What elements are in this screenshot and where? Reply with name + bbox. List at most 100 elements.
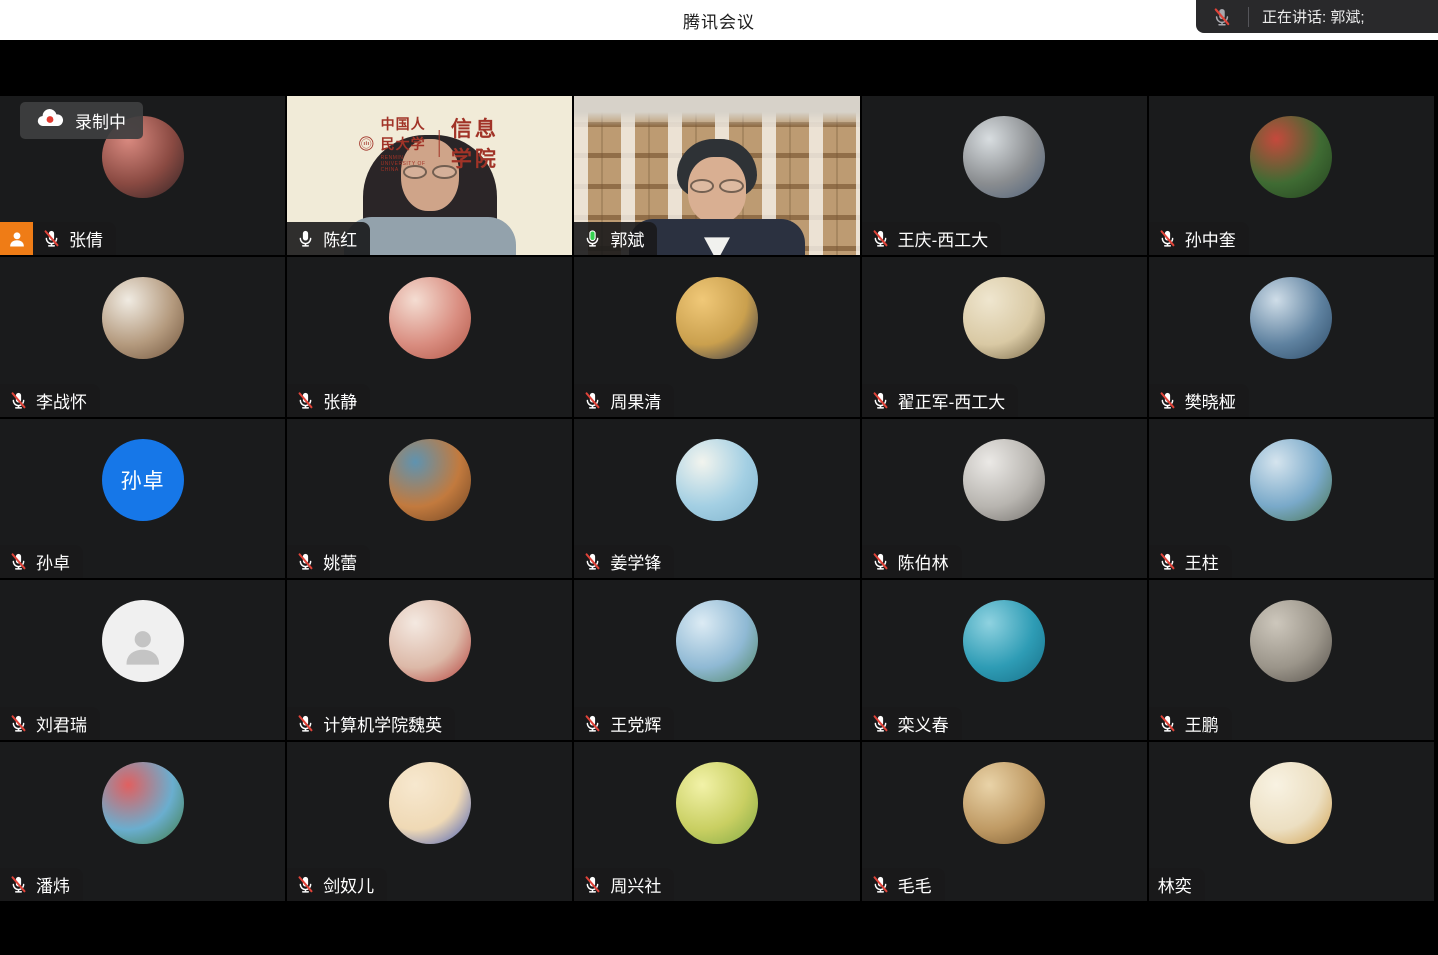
avatar [102,277,184,359]
participant-name: 林奕 [1158,872,1192,897]
participant-tile[interactable]: 王党辉 [574,580,859,739]
participant-tile[interactable]: 中国人民大学 RENMIN UNIVERSITY OF CHINA 信息学院 陈… [287,96,572,255]
muted-mic-icon [583,552,602,571]
participant-tile[interactable]: 周兴社 [574,742,859,901]
avatar [102,762,184,844]
participant-label: 周兴社 [574,868,674,901]
mic-on-icon [296,229,315,248]
avatar [389,762,471,844]
muted-mic-icon [1158,229,1177,248]
participant-tile[interactable]: 陈伯林 [862,419,1147,578]
participant-label: 王鹏 [1149,707,1232,740]
active-speaker-indicator[interactable]: 正在讲话: 郭斌; [1196,0,1438,33]
participant-tile[interactable]: 张静 [287,257,572,416]
university-name: 中国人民大学 [381,114,428,154]
participant-label: 刘君瑞 [0,707,100,740]
participant-name: 潘炜 [36,872,70,897]
participant-tile[interactable]: 计算机学院魏英 [287,580,572,739]
active-speaker-label: 正在讲话: 郭斌; [1249,6,1365,27]
participant-tile[interactable]: 孙卓 孙卓 [0,419,285,578]
participant-tile[interactable]: 栾义春 [862,580,1147,739]
avatar [1250,277,1332,359]
muted-mic-icon [296,391,315,410]
avatar [963,277,1045,359]
participant-tile[interactable]: 李战怀 [0,257,285,416]
university-name-en: RENMIN UNIVERSITY OF CHINA [381,155,428,173]
participant-label: 林奕 [1149,868,1205,901]
muted-mic-icon [583,391,602,410]
muted-mic-icon [42,229,61,248]
participant-tile[interactable]: 毛毛 [862,742,1147,901]
participant-name: 毛毛 [898,872,932,897]
avatar [389,600,471,682]
muted-mic-icon [871,552,890,571]
participant-label: 王党辉 [574,707,674,740]
participant-label: 周果清 [574,384,674,417]
participant-tile[interactable]: 潘炜 [0,742,285,901]
participant-label: 李战怀 [0,384,100,417]
participant-name: 孙卓 [36,549,70,574]
avatar [963,116,1045,198]
participant-tile[interactable]: 翟正军-西工大 [862,257,1147,416]
participant-name: 郭斌 [610,226,644,251]
recording-badge[interactable]: 录制中 [20,102,143,139]
participant-name: 姚蕾 [323,549,357,574]
avatar [963,762,1045,844]
avatar [963,600,1045,682]
participant-tile[interactable]: 王柱 [1149,419,1434,578]
participant-name: 李战怀 [36,388,87,413]
participant-label: 计算机学院魏英 [287,707,455,740]
participant-tile[interactable]: 刘君瑞 [0,580,285,739]
muted-mic-icon [1196,7,1248,27]
participant-name: 王党辉 [610,711,661,736]
muted-mic-icon [1158,714,1177,733]
participant-tile[interactable]: 郭斌 [574,96,859,255]
participant-name: 翟正军-西工大 [898,388,1006,413]
participant-tile[interactable]: 王鹏 [1149,580,1434,739]
meeting-window: 腾讯会议 正在讲话: 郭斌; 录制中 张倩 中 [0,0,1438,955]
participant-label: 王庆-西工大 [862,222,1002,255]
recording-label: 录制中 [75,108,126,133]
participant-name: 周兴社 [610,872,661,897]
participant-name: 张倩 [69,226,103,251]
participant-name: 栾义春 [898,711,949,736]
participant-tile[interactable]: 周果清 [574,257,859,416]
participant-label: 孙卓 [0,545,83,578]
participant-tile[interactable]: 林奕 [1149,742,1434,901]
participant-label: 姚蕾 [287,545,370,578]
participant-tile[interactable]: 姜学锋 [574,419,859,578]
participant-name: 周果清 [610,388,661,413]
university-logo: 中国人民大学 RENMIN UNIVERSITY OF CHINA 信息学院 [358,113,501,173]
participant-tile[interactable]: 王庆-西工大 [862,96,1147,255]
participant-label: 姜学锋 [574,545,674,578]
participant-name: 姜学锋 [610,549,661,574]
muted-mic-icon [871,714,890,733]
participant-tile[interactable]: 樊晓桠 [1149,257,1434,416]
muted-mic-icon [9,552,28,571]
muted-mic-icon [9,391,28,410]
avatar [676,439,758,521]
muted-mic-icon [1158,552,1177,571]
avatar [963,439,1045,521]
app-title: 腾讯会议 [683,8,755,33]
participant-label: 栾义春 [862,707,962,740]
participant-tile[interactable]: 孙中奎 [1149,96,1434,255]
participant-name: 孙中奎 [1185,226,1236,251]
muted-mic-icon [871,391,890,410]
participant-name: 剑奴儿 [323,872,374,897]
avatar [676,600,758,682]
participant-name: 陈红 [323,226,357,251]
avatar [1250,600,1332,682]
participant-label: 毛毛 [862,868,945,901]
participant-label: 樊晓桠 [1149,384,1249,417]
host-badge [0,222,33,255]
participant-label: 陈伯林 [862,545,962,578]
avatar [1250,439,1332,521]
participant-tile[interactable]: 姚蕾 [287,419,572,578]
participant-label: 孙中奎 [1149,222,1249,255]
avatar [389,439,471,521]
muted-mic-icon [296,875,315,894]
participant-label: 潘炜 [0,868,83,901]
participant-label: 剑奴儿 [287,868,387,901]
participant-tile[interactable]: 剑奴儿 [287,742,572,901]
